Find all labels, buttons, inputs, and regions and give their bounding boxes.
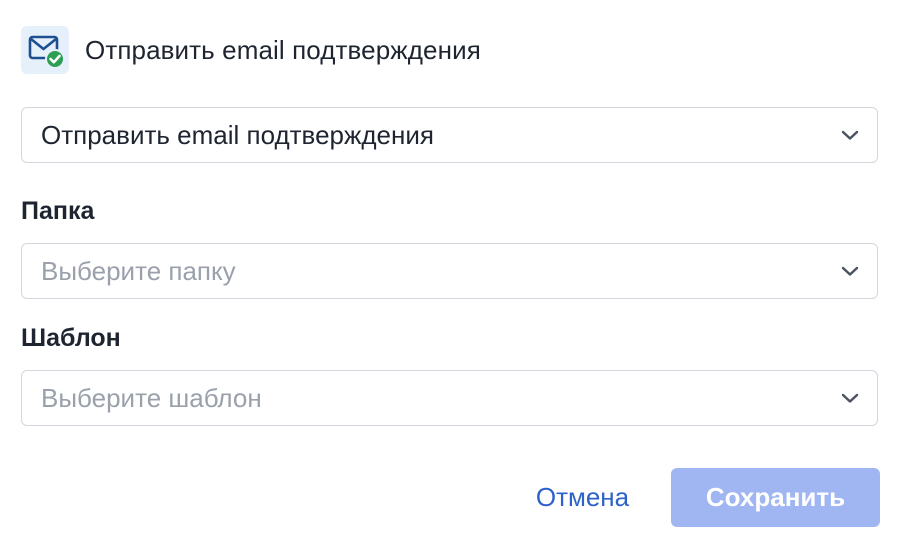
dialog-title: Отправить email подтверждения <box>85 34 481 65</box>
template-select[interactable]: Выберите шаблон <box>21 370 878 426</box>
mail-check-icon <box>21 26 69 74</box>
chevron-down-icon <box>841 266 859 276</box>
action-select-value: Отправить email подтверждения <box>41 119 434 150</box>
folder-select-placeholder: Выберите папку <box>41 255 236 286</box>
folder-select[interactable]: Выберите папку <box>21 243 878 299</box>
dialog-header: Отправить email подтверждения <box>21 25 481 75</box>
template-select-placeholder: Выберите шаблон <box>41 382 262 413</box>
action-config-dialog: Отправить email подтверждения Отправить … <box>0 0 900 548</box>
save-button[interactable]: Сохранить <box>671 468 880 527</box>
cancel-button[interactable]: Отмена <box>510 468 655 527</box>
chevron-down-icon <box>841 393 859 403</box>
folder-label: Папка <box>21 197 95 225</box>
chevron-down-icon <box>841 130 859 140</box>
template-label: Шаблон <box>21 324 121 352</box>
action-select[interactable]: Отправить email подтверждения <box>21 107 878 163</box>
